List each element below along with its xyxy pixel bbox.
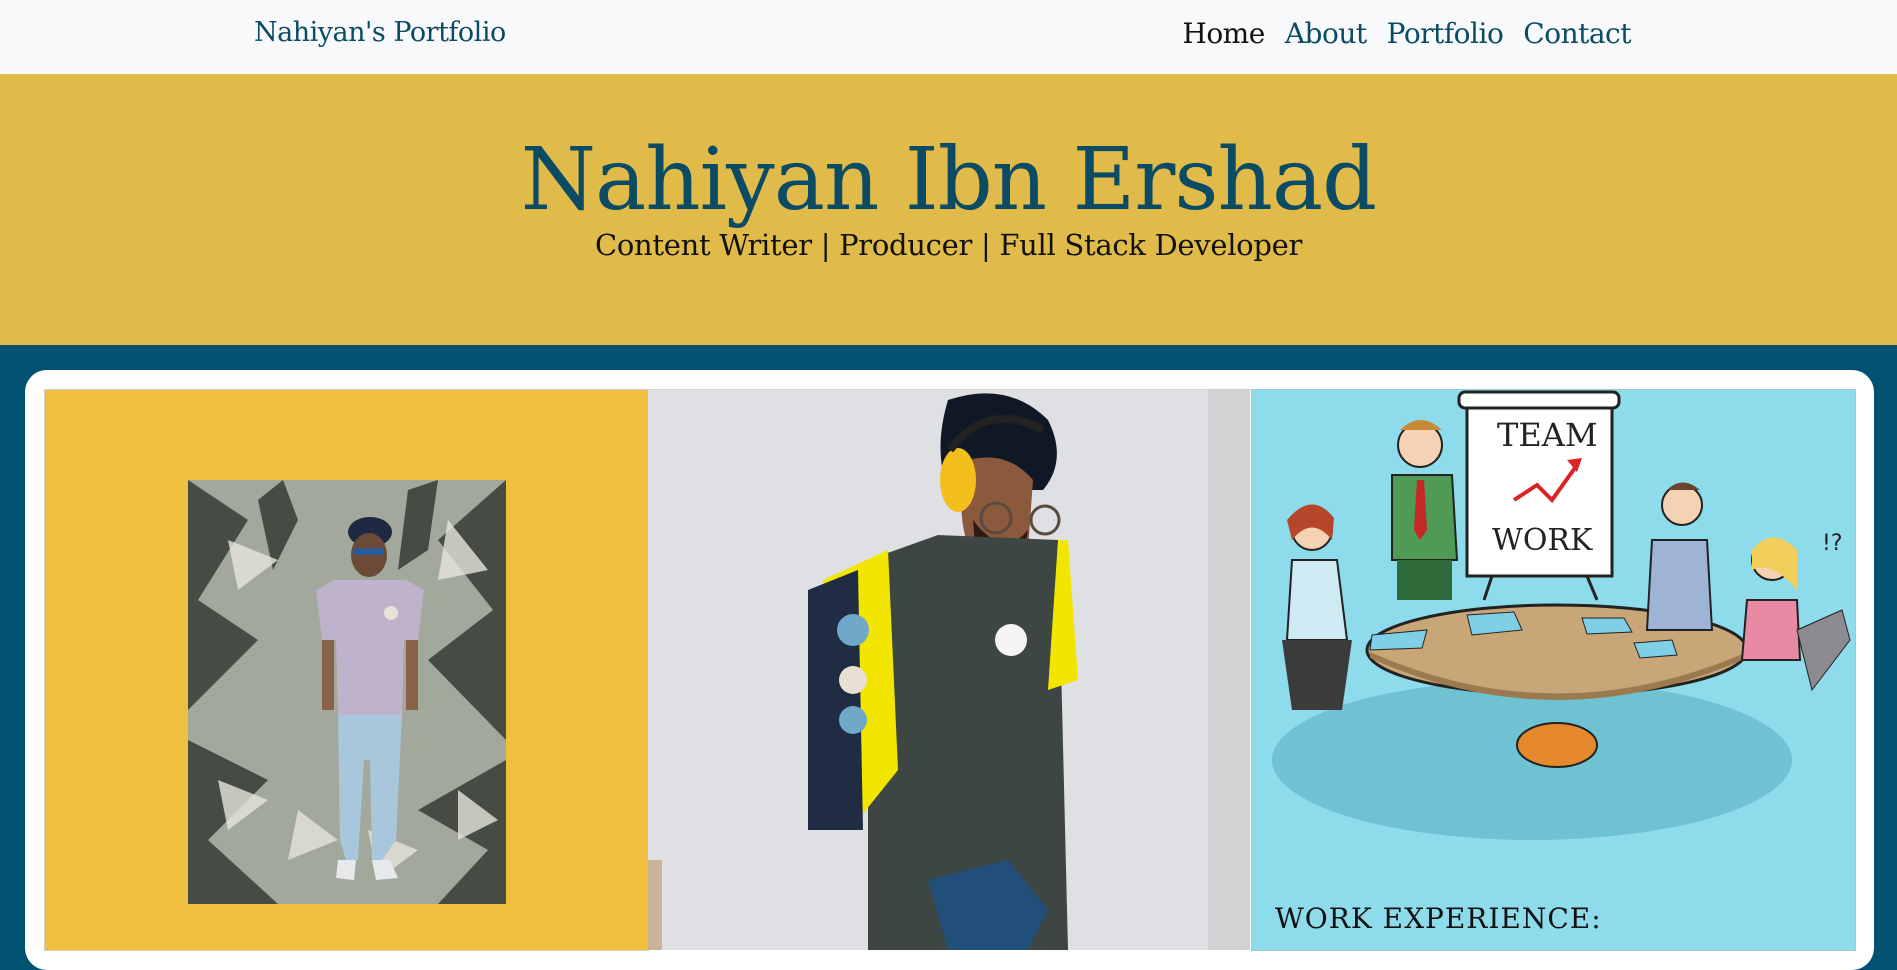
nav-menu: Home About Portfolio Contact [1182,17,1631,50]
nav-link-contact[interactable]: Contact [1523,17,1631,50]
producer-photo-panel [648,389,1250,950]
hero-name: Nahiyan Ibn Ershad [520,130,1377,230]
nav-link-home[interactable]: Home [1182,17,1265,50]
nav-link-about[interactable]: About [1285,17,1367,50]
team-work-panel: TEAM WORK !? WORK EXPERIENCE: [1251,389,1856,951]
team-work-illustration: TEAM WORK !? [1272,390,1851,840]
portrait-panel [44,389,649,951]
work-experience-heading: WORK EXPERIENCE: [1275,902,1602,935]
portrait-photo [188,480,506,904]
hero-tagline: Content Writer | Producer | Full Stack D… [594,228,1303,262]
whiteboard-work-text: WORK [1492,523,1593,558]
whiteboard-team-text: TEAM [1497,416,1598,454]
hero-section: Nahiyan Ibn Ershad Content Writer | Prod… [0,74,1897,345]
svg-text:!?: !? [1822,531,1843,556]
producer-photo [648,390,1250,950]
top-navbar: Nahiyan's Portfolio Home About Portfolio… [0,0,1897,74]
nav-link-portfolio[interactable]: Portfolio [1387,17,1504,50]
brand-logo[interactable]: Nahiyan's Portfolio [254,17,506,48]
